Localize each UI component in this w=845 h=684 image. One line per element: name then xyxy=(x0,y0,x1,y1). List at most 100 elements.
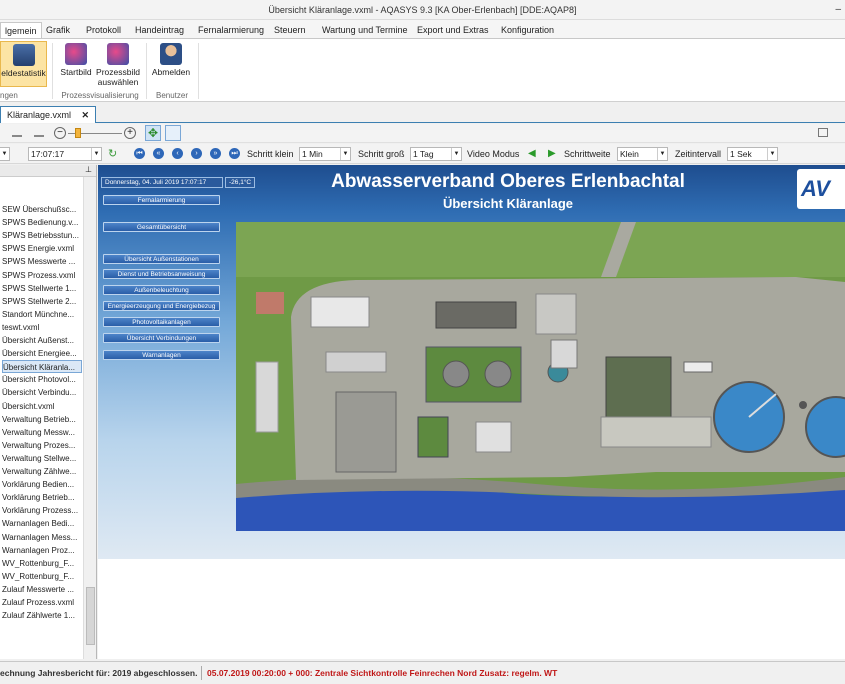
file-list-item[interactable]: Warnanlagen Proz... xyxy=(2,544,82,557)
step-forward-icon[interactable]: › xyxy=(191,148,202,159)
meldestatistik-button[interactable]: eldestatistik xyxy=(0,41,47,87)
startbild-label: Startbild xyxy=(60,67,92,77)
abmelden-button[interactable]: Abmelden xyxy=(151,41,191,87)
schritt-gross-combo[interactable]: 1 Tag ▼ xyxy=(410,147,462,161)
file-list-item[interactable]: SEW Überschußsc... xyxy=(2,203,82,216)
file-list-item[interactable]: Übersicht Energiee... xyxy=(2,347,82,360)
file-list-item[interactable]: SPWS Prozess.vxml xyxy=(2,269,82,282)
file-list-item[interactable]: Verwaltung Messw... xyxy=(2,426,82,439)
prozessbild-button[interactable]: Prozessbild auswählen xyxy=(96,41,140,87)
file-list-item[interactable]: Verwaltung Prozes... xyxy=(2,439,82,452)
startbild-button[interactable]: Startbild xyxy=(58,41,94,87)
file-list-item[interactable]: Warnanlagen Bedi... xyxy=(2,517,82,530)
file-list-item[interactable]: Übersicht Außenst... xyxy=(2,334,82,347)
step-back-large-icon[interactable]: « xyxy=(153,148,164,159)
date-combo[interactable]: ▼ xyxy=(0,147,10,161)
screenshot-icon[interactable] xyxy=(818,128,828,137)
file-list-item[interactable]: Vorklärung Prozess... xyxy=(2,504,82,517)
step-back-icon[interactable]: ‹ xyxy=(172,148,183,159)
abmelden-label: Abmelden xyxy=(151,67,191,77)
nav-fernalarmierung[interactable]: Fernalarmierung xyxy=(103,195,220,205)
file-list-item[interactable]: Verwaltung Stellwe... xyxy=(2,452,82,465)
nav-button[interactable]: Außenbeleuchtung xyxy=(103,285,220,295)
file-list-item[interactable]: SPWS Messwerte ... xyxy=(2,255,82,268)
file-list-header: ⊥ xyxy=(0,165,96,177)
schrittweite-combo[interactable]: Klein ▼ xyxy=(617,147,668,161)
file-list-item[interactable]: SPWS Stellwerte 1... xyxy=(2,282,82,295)
file-list-item[interactable]: Zulauf Prozess.vxml xyxy=(2,596,82,609)
menu-steuern[interactable]: Steuern xyxy=(270,22,310,38)
pin-icon[interactable]: ⊥ xyxy=(85,165,92,174)
play-icon[interactable]: ▶ xyxy=(548,148,556,159)
zoom-in-icon[interactable]: + xyxy=(124,127,136,139)
menu-protokoll[interactable]: Protokoll xyxy=(82,22,125,38)
file-list-item[interactable]: SPWS Betriebsstun... xyxy=(2,229,82,242)
file-list-item[interactable]: SPWS Energie.vxml xyxy=(2,242,82,255)
play-back-icon[interactable]: ◀ xyxy=(528,148,536,159)
menu-wartung[interactable]: Wartung und Termine xyxy=(318,22,412,38)
file-list-item[interactable]: teswt.vxml xyxy=(2,321,82,334)
file-list-item[interactable]: Übersicht.vxml xyxy=(2,400,82,413)
alarm-message: 05.07.2019 00:20:00 + 000: Zentrale Sich… xyxy=(207,668,558,678)
ribbon-group-benutzer: Benutzer xyxy=(155,91,189,100)
file-list-item[interactable]: Zulauf Zählwerte 1... xyxy=(2,609,82,622)
file-list-scrollbar[interactable] xyxy=(83,177,96,659)
nav-button[interactable]: Energieerzeugung und Energiebezug xyxy=(103,301,220,311)
nav-button[interactable]: Photovoltaikanlagen xyxy=(103,317,220,327)
file-list-item[interactable]: Verwaltung Zählwe... xyxy=(2,465,82,478)
menu-export[interactable]: Export und Extras xyxy=(413,22,493,38)
go-end-icon[interactable]: ⏭ xyxy=(229,148,240,159)
digester-2 xyxy=(484,360,512,388)
file-list-item[interactable]: Vorklärung Bedien... xyxy=(2,478,82,491)
file-list-item[interactable]: Vorklärung Betrieb... xyxy=(2,491,82,504)
file-list-item[interactable]: SPWS Stellwerte 2... xyxy=(2,295,82,308)
zoom-out-icon[interactable]: − xyxy=(54,127,66,139)
file-list-item[interactable]: WV_Rottenburg_F... xyxy=(2,570,82,583)
building-admin xyxy=(256,292,284,314)
menu-fernalarmierung[interactable]: Fernalarmierung xyxy=(194,22,268,38)
page-subtitle: Übersicht Kläranlage xyxy=(442,196,574,211)
process-visualization: Donnerstag, 04. Juli 2019 17:07:17 -26,1… xyxy=(98,165,845,559)
nav-button[interactable]: Übersicht Außenstationen xyxy=(103,254,220,264)
file-list-item[interactable]: Übersicht Photovol... xyxy=(2,373,82,386)
file-list-item[interactable]: SPWS Bedienung.v... xyxy=(2,216,82,229)
schritt-gross-value: 1 Tag xyxy=(413,149,434,159)
menu-allgemein[interactable]: lgemein xyxy=(0,22,42,39)
nav-gesamtuebersicht[interactable]: Gesamtübersicht xyxy=(103,222,220,232)
nav-button[interactable]: Übersicht Verbindungen xyxy=(103,333,220,343)
file-list-item[interactable]: Übersicht Verbindu... xyxy=(2,386,82,399)
print-preview-icon[interactable] xyxy=(34,129,44,137)
file-list-item[interactable]: WV_Rottenburg_F... xyxy=(2,557,82,570)
time-value: 17:07:17 xyxy=(31,149,65,159)
menu-handeintrag[interactable]: Handeintrag xyxy=(131,22,188,38)
zoom-slider-thumb[interactable] xyxy=(75,128,81,138)
zeitintervall-combo[interactable]: 1 Sek ▼ xyxy=(727,147,778,161)
time-combo[interactable]: 17:07:17 ▼ xyxy=(28,147,102,161)
schritt-klein-label: Schritt klein xyxy=(247,149,294,159)
nav-button[interactable]: Dienst und Betriebsanweisung xyxy=(103,269,220,279)
nav-button[interactable]: Warnanlagen xyxy=(103,350,220,360)
file-list-item[interactable]: Warnanlagen Mess... xyxy=(2,531,82,544)
file-list-item[interactable]: Verwaltung Betrieb... xyxy=(2,413,82,426)
schritt-klein-combo[interactable]: 1 Min ▼ xyxy=(299,147,351,161)
close-tab-icon[interactable]: ✕ xyxy=(82,110,90,120)
zeitintervall-value: 1 Sek xyxy=(730,149,752,159)
step-forward-large-icon[interactable]: » xyxy=(210,148,221,159)
chevron-down-icon: ▼ xyxy=(91,148,101,160)
document-tab[interactable]: Kläranlage.vxml ✕ xyxy=(0,106,97,123)
menu-grafik[interactable]: Grafik xyxy=(42,22,74,38)
file-list-item[interactable]: Übersicht Kläranla... xyxy=(2,360,82,374)
file-list-item[interactable]: Standort Münchne... xyxy=(2,308,82,321)
move-icon[interactable]: ✥ xyxy=(145,125,161,141)
file-list-item[interactable]: Zulauf Messwerte ... xyxy=(2,583,82,596)
scrollbar-thumb[interactable] xyxy=(86,587,95,645)
minimize-button[interactable]: – xyxy=(835,0,841,20)
refresh-icon[interactable]: ↻ xyxy=(108,147,117,160)
go-start-icon[interactable]: ⏮ xyxy=(134,148,145,159)
menu-konfiguration[interactable]: Konfiguration xyxy=(497,22,558,38)
blower-units xyxy=(683,361,713,373)
fit-view-icon[interactable] xyxy=(165,125,181,141)
main-content: Donnerstag, 04. Juli 2019 17:07:17 -26,1… xyxy=(98,165,845,659)
print-icon[interactable] xyxy=(12,129,22,137)
green-basin xyxy=(417,416,449,458)
